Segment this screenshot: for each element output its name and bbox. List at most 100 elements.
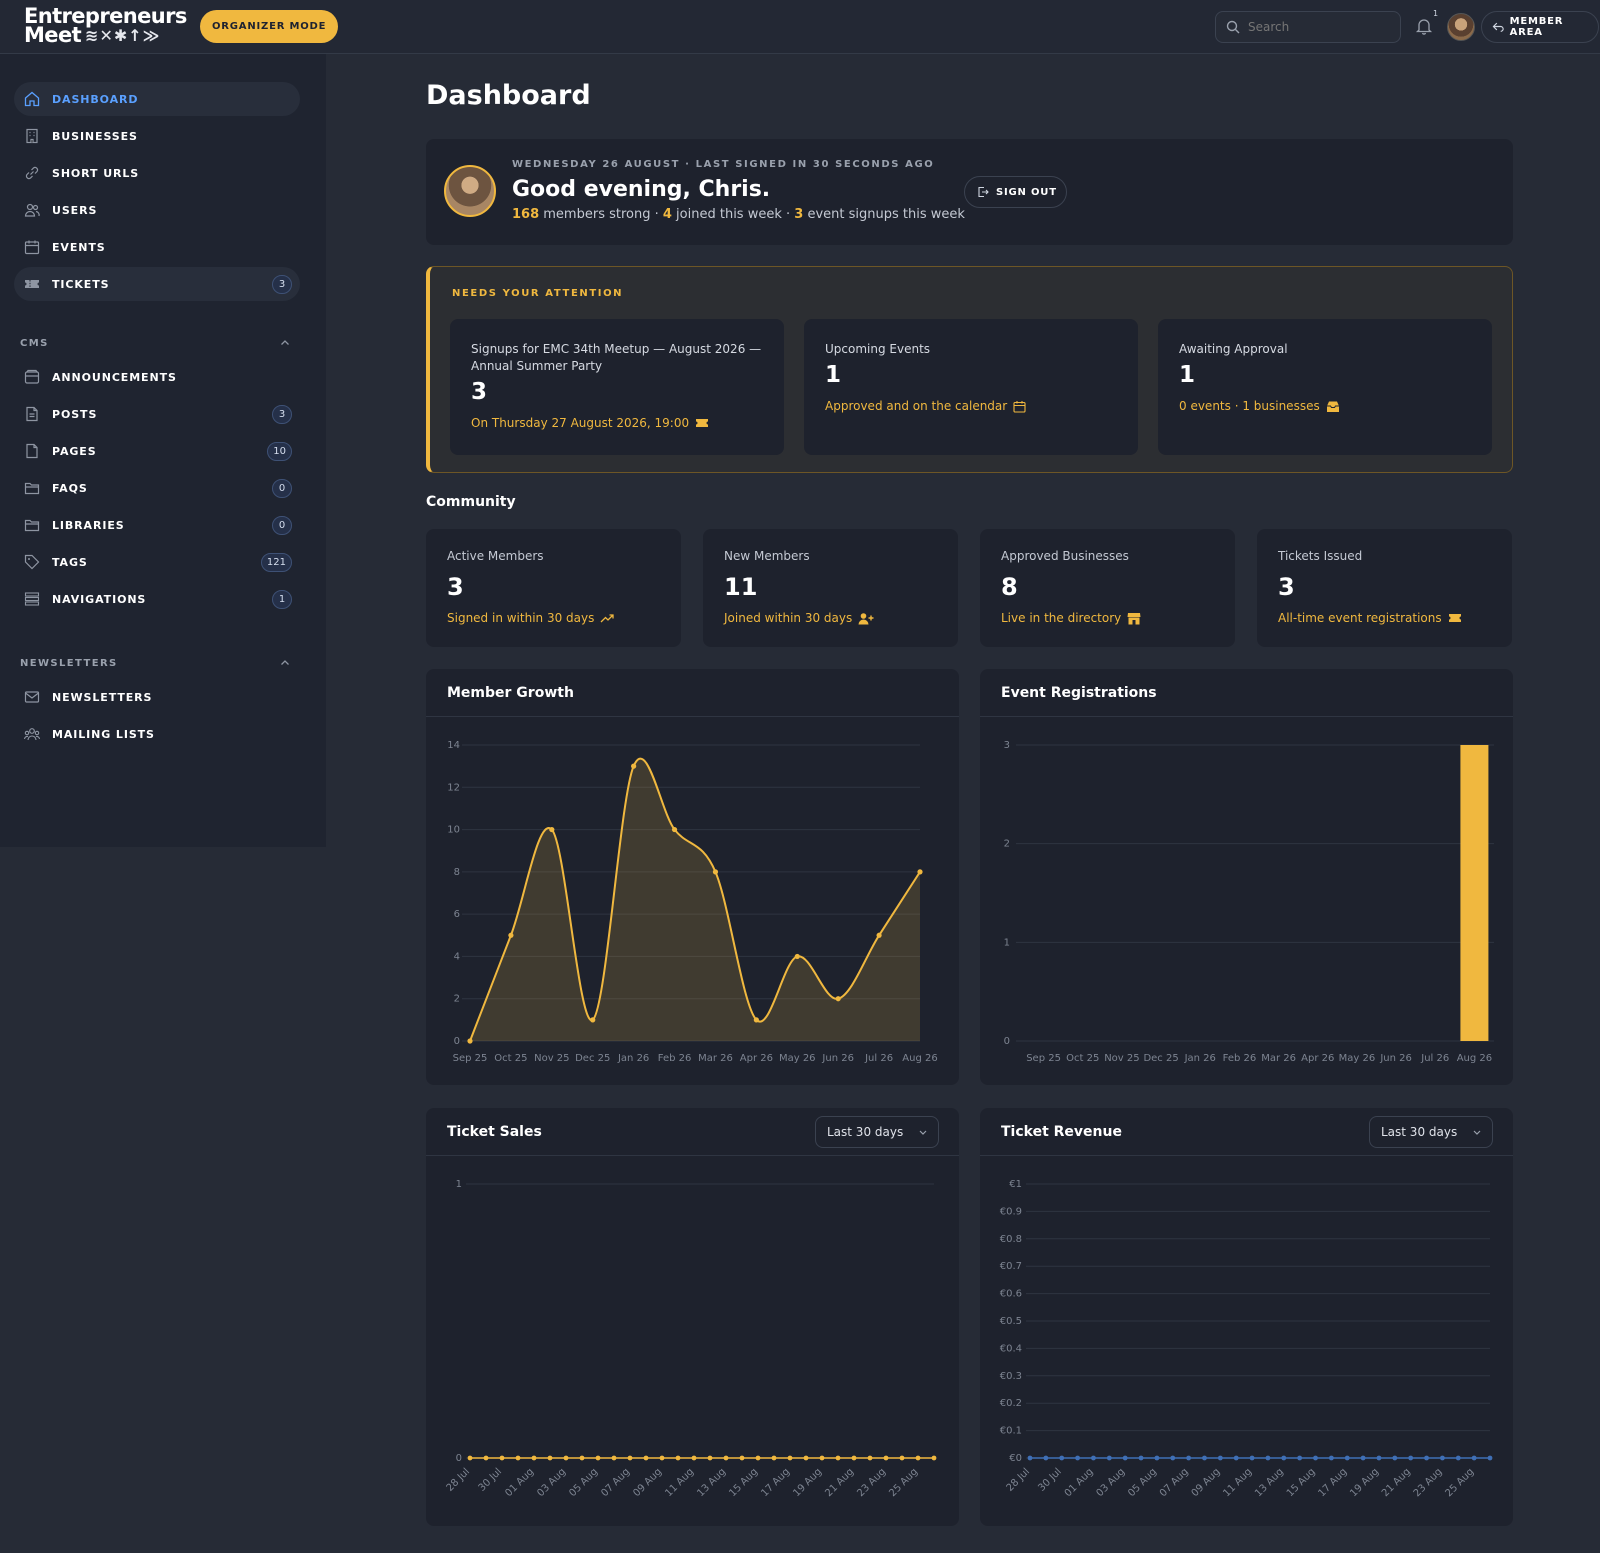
x-tick-label: Mar 26 [1261, 1053, 1296, 1064]
y-tick-label: €0.8 [1000, 1234, 1022, 1245]
chevron-up-icon[interactable] [278, 336, 292, 350]
sidebar-item-navigations[interactable]: NAVIGATIONS 1 [14, 582, 300, 616]
y-tick-label: €0.2 [1000, 1398, 1022, 1409]
ticket-icon [1448, 614, 1461, 622]
data-point [707, 1455, 713, 1461]
x-tick-label: 13 Aug [1253, 1466, 1286, 1499]
sign-out-icon [978, 186, 989, 198]
sidebar-item-label: POSTS [52, 407, 98, 421]
notification-count: 1 [1433, 9, 1439, 18]
x-tick-label: 19 Aug [1348, 1466, 1381, 1499]
bell-icon[interactable] [1414, 16, 1434, 36]
range-select[interactable]: Last 30 days [815, 1116, 939, 1148]
sidebar-item-pages[interactable]: PAGES 10 [14, 434, 300, 468]
sidebar-item-libraries[interactable]: LIBRARIES 0 [14, 508, 300, 542]
data-point [883, 1455, 889, 1461]
sidebar-item-users[interactable]: USERS [14, 193, 300, 227]
data-point [1313, 1455, 1318, 1461]
x-tick-label: 25 Aug [1443, 1466, 1476, 1499]
bar [1460, 745, 1489, 1041]
organizer-mode-button[interactable]: ORGANIZER MODE [200, 10, 339, 43]
trend-up-icon [600, 613, 615, 622]
link-icon [22, 163, 42, 183]
avatar [444, 165, 496, 217]
x-tick-label: 17 Aug [1317, 1466, 1350, 1499]
users-icon [22, 200, 42, 220]
community-title: Community [426, 494, 516, 510]
data-point [1360, 1455, 1366, 1461]
attention-value: 1 [825, 362, 842, 388]
home-icon [22, 89, 42, 109]
search-box[interactable] [1215, 11, 1401, 43]
sidebar-item-posts[interactable]: POSTS 3 [14, 397, 300, 431]
stat-card-new-members[interactable]: New Members 11 Joined within 30 days [703, 529, 958, 647]
y-tick-label: €0.3 [1000, 1371, 1022, 1382]
sidebar-item-announcements[interactable]: ANNOUNCEMENTS [14, 360, 300, 394]
sidebar-item-newsletters[interactable]: NEWSLETTERS [14, 680, 300, 714]
sidebar-item-label: EVENTS [52, 240, 106, 254]
data-point [1408, 1455, 1414, 1461]
data-point [1233, 1455, 1239, 1461]
x-tick-label: 07 Aug [1158, 1466, 1191, 1499]
sidebar-item-tags[interactable]: TAGS 121 [14, 545, 300, 579]
stat-sub: Live in the directory [1001, 611, 1141, 625]
x-tick-label: Aug 26 [1457, 1053, 1492, 1064]
chevron-up-icon[interactable] [278, 656, 292, 670]
members-count: 168 [512, 207, 540, 222]
search-input[interactable] [1248, 20, 1388, 34]
sign-out-button[interactable]: SIGN OUT [964, 176, 1067, 208]
data-point [1059, 1455, 1065, 1461]
sidebar-item-label: FAQS [52, 481, 88, 495]
x-tick-label: 15 Aug [1285, 1466, 1318, 1499]
sidebar: DASHBOARD BUSINESSES SHORT URLS USERS EV… [0, 54, 326, 847]
sidebar-item-mailing-lists[interactable]: MAILING LISTS [14, 717, 300, 751]
data-point [1344, 1455, 1350, 1461]
ticket-icon [22, 274, 42, 294]
x-tick-label: Aug 26 [902, 1053, 937, 1064]
sidebar-item-faqs[interactable]: FAQS 0 [14, 471, 300, 505]
stat-value: 11 [724, 573, 758, 601]
x-tick-label: 15 Aug [727, 1466, 760, 1499]
data-point [659, 1455, 665, 1461]
stat-sub: Joined within 30 days [724, 611, 874, 625]
sidebar-item-short-urls[interactable]: SHORT URLS [14, 156, 300, 190]
attention-card-upcoming-events[interactable]: Upcoming Events 1 Approved and on the ca… [804, 319, 1138, 455]
ticket-icon [696, 419, 709, 427]
data-point [627, 1455, 633, 1461]
stats-text: event signups this week [803, 207, 965, 222]
data-point [915, 1455, 921, 1461]
member-area-button[interactable]: MEMBER AREA [1481, 11, 1599, 43]
chart-header: Event Registrations [980, 669, 1513, 717]
count-badge: 121 [260, 553, 292, 572]
data-point [867, 1455, 873, 1461]
sign-out-label: SIGN OUT [996, 186, 1057, 198]
attention-sub: Approved and on the calendar [825, 399, 1026, 413]
data-point [691, 1455, 697, 1461]
stat-card-approved-businesses[interactable]: Approved Businesses 8 Live in the direct… [980, 529, 1235, 647]
attention-card-awaiting-approval[interactable]: Awaiting Approval 1 0 events · 1 busines… [1158, 319, 1492, 455]
stat-value: 3 [447, 573, 464, 601]
logo-line2: Meet [24, 23, 82, 47]
y-tick-label: 1 [456, 1179, 462, 1190]
y-tick-label: €0.5 [1000, 1316, 1022, 1327]
y-tick-label: 12 [447, 782, 460, 793]
sidebar-item-events[interactable]: EVENTS [14, 230, 300, 264]
sidebar-item-tickets[interactable]: TICKETS 3 [14, 267, 300, 301]
attention-card-signups[interactable]: Signups for EMC 34th Meetup — August 202… [450, 319, 784, 455]
data-point [1376, 1455, 1382, 1461]
x-tick-label: 23 Aug [855, 1466, 888, 1499]
data-point [1297, 1455, 1303, 1461]
sidebar-item-dashboard[interactable]: DASHBOARD [14, 82, 300, 116]
logo[interactable]: Entrepreneurs Meet ≋✕✱↑≫ [24, 6, 187, 47]
avatar[interactable] [1447, 13, 1475, 41]
section-heading-newsletters: NEWSLETTERS [20, 658, 118, 669]
data-point [467, 1455, 473, 1461]
range-select[interactable]: Last 30 days [1369, 1116, 1493, 1148]
data-point [515, 1455, 521, 1461]
stat-sub-text: Joined within 30 days [724, 611, 853, 625]
stat-card-active-members[interactable]: Active Members 3 Signed in within 30 day… [426, 529, 681, 647]
data-point [595, 1455, 601, 1461]
sidebar-item-businesses[interactable]: BUSINESSES [14, 119, 300, 153]
stat-card-tickets-issued[interactable]: Tickets Issued 3 All-time event registra… [1257, 529, 1512, 647]
chart-title: Event Registrations [1001, 685, 1157, 701]
